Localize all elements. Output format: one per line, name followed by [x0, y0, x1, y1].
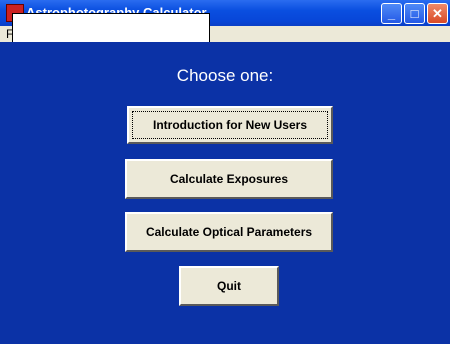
- minimize-button[interactable]: _: [381, 3, 402, 24]
- introduction-button-label: Introduction for New Users: [152, 118, 307, 132]
- maximize-icon: □: [410, 6, 419, 21]
- calculate-exposures-button[interactable]: Calculate Exposures: [125, 159, 333, 199]
- calculate-optical-parameters-label: Calculate Optical Parameters: [145, 225, 313, 239]
- calculate-optical-parameters-button[interactable]: Calculate Optical Parameters: [125, 212, 333, 252]
- main-panel: Choose one: Introduction for New Users C…: [3, 42, 447, 341]
- calculate-exposures-label: Calculate Exposures: [169, 172, 289, 186]
- minimize-icon: _: [387, 6, 396, 21]
- page-title: Choose one:: [176, 66, 274, 85]
- quit-button[interactable]: Quit: [179, 266, 279, 306]
- close-icon: ✕: [432, 6, 443, 21]
- app-window: Astrophotography Calculator _ □ ✕ F Choo…: [0, 0, 450, 344]
- maximize-button[interactable]: □: [404, 3, 425, 24]
- close-button[interactable]: ✕: [427, 3, 448, 24]
- introduction-button[interactable]: Introduction for New Users: [127, 106, 333, 144]
- quit-label: Quit: [217, 279, 241, 293]
